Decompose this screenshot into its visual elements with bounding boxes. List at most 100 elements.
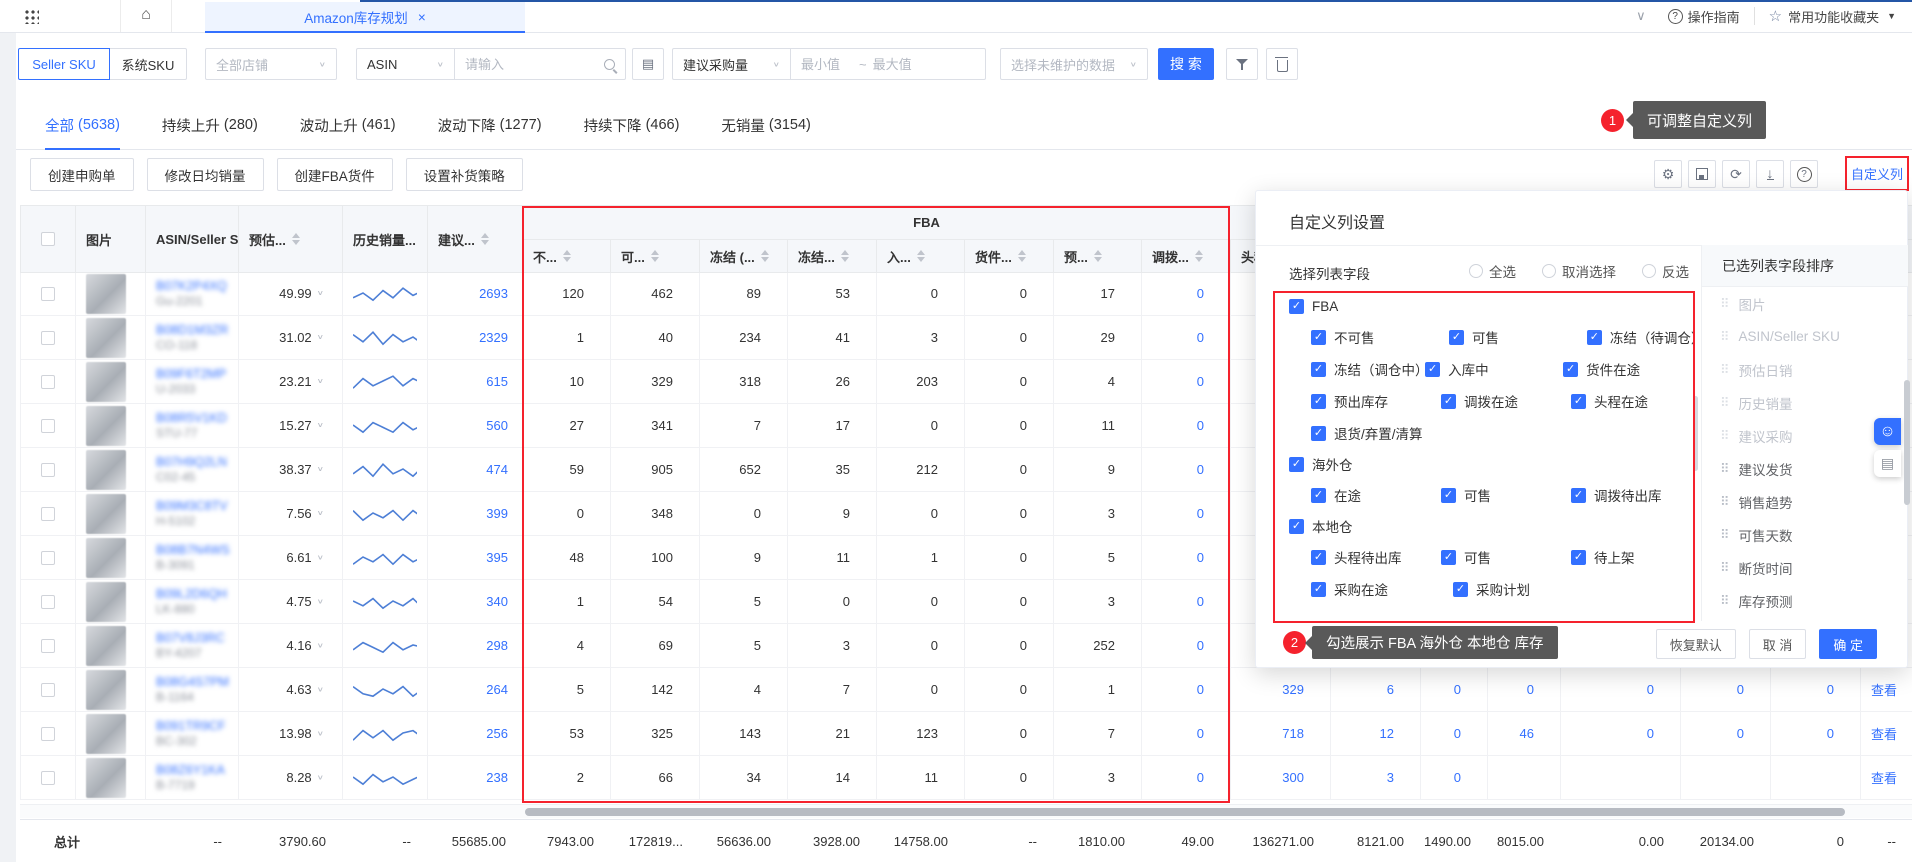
chevron-down-icon[interactable]: ∨ <box>317 774 324 782</box>
system-sku-toggle[interactable]: 系统SKU <box>109 48 187 80</box>
suggested-purchase-cell[interactable]: 238 <box>428 756 523 800</box>
suggested-purchase-cell[interactable]: 256 <box>428 712 523 756</box>
suggested-purchase-cell[interactable]: 560 <box>428 404 523 448</box>
drag-handle-icon[interactable]: ⠿ <box>1720 527 1729 543</box>
customer-service-widget[interactable]: ☺ <box>1874 418 1901 445</box>
asin-cell[interactable]: B08R5V1KDSTU-77 <box>146 404 239 448</box>
sort-arrows-icon[interactable] <box>1094 250 1102 262</box>
field-checkbox-item[interactable]: ✓可售 <box>1441 485 1571 505</box>
sort-arrows-icon[interactable] <box>481 233 489 245</box>
asin-cell[interactable]: B09L2D6QHLK-880 <box>146 580 239 624</box>
inventory-forecast-cell[interactable]: 查看 <box>1861 712 1912 756</box>
field-checkbox-item[interactable]: ✓在途 <box>1311 485 1441 505</box>
sort-arrows-icon[interactable] <box>1195 250 1203 262</box>
fba-value-cell[interactable]: 0 <box>1142 712 1231 756</box>
suggested-purchase-cell[interactable]: 399 <box>428 492 523 536</box>
suggested-purchase-cell[interactable]: 395 <box>428 536 523 580</box>
inventory-forecast-cell[interactable]: 查看 <box>1861 756 1912 800</box>
row-checkbox[interactable] <box>41 771 55 785</box>
asin-link[interactable]: B07V8J3RC <box>156 631 225 646</box>
field-checkbox-item[interactable]: ✓冻结（调仓中） <box>1311 359 1425 379</box>
fba-value-cell[interactable]: 0 <box>1142 316 1231 360</box>
chevron-down-icon[interactable]: ∨ <box>317 598 324 606</box>
seller-sku-toggle[interactable]: Seller SKU <box>18 48 110 80</box>
sort-arrows-icon[interactable] <box>761 250 769 262</box>
extra-value-cell[interactable]: 0 <box>1561 712 1681 756</box>
radio-0[interactable]: 全选 <box>1469 261 1516 281</box>
chevron-down-icon[interactable]: ∨ <box>317 686 324 694</box>
field-checkbox-item[interactable]: ✓不可售 <box>1311 327 1449 347</box>
filter-tab-2[interactable]: 波动上升(461) <box>300 100 396 150</box>
fba-value-cell[interactable]: 0 <box>1142 492 1231 536</box>
download-button[interactable]: ↓ <box>1756 160 1784 188</box>
row-checkbox[interactable] <box>41 595 55 609</box>
fba-column-header-2[interactable]: 冻结 (... <box>700 240 788 273</box>
feedback-widget[interactable]: ▤ <box>1874 450 1901 477</box>
sort-arrows-icon[interactable] <box>1018 250 1026 262</box>
checkbox-checked-icon[interactable]: ✓ <box>1289 457 1304 472</box>
extra-value-cell[interactable]: 0 <box>1771 668 1861 712</box>
fba-column-header-1[interactable]: 可... <box>611 240 700 273</box>
sort-arrows-icon[interactable] <box>292 233 300 245</box>
reset-default-button[interactable]: 恢复默认 <box>1656 629 1736 659</box>
extra-value-cell[interactable]: 0 <box>1421 756 1488 800</box>
filter-button[interactable] <box>1226 48 1258 80</box>
fba-column-header-6[interactable]: 预... <box>1054 240 1142 273</box>
extra-value-cell[interactable]: 0 <box>1421 668 1488 712</box>
asin-cell[interactable]: B08Z6Y1KAB-7719 <box>146 756 239 800</box>
search-type-select[interactable]: ASIN∨ <box>356 48 454 80</box>
extra-value-cell[interactable] <box>1561 756 1681 800</box>
search-icon[interactable] <box>604 59 615 70</box>
action-button-3[interactable]: 设置补货策略 <box>406 158 523 191</box>
chevron-down-icon[interactable]: ∨ <box>1636 8 1646 24</box>
sort-item-6[interactable]: ⠿销售趋势 <box>1702 485 1908 518</box>
asin-link[interactable]: B08D1M3ZR <box>156 323 228 338</box>
fba-value-cell[interactable]: 0 <box>1142 360 1231 404</box>
row-checkbox[interactable] <box>41 727 55 741</box>
extra-value-cell[interactable] <box>1488 756 1561 800</box>
chevron-down-icon[interactable]: ∨ <box>317 290 324 298</box>
panel-scrollbar-thumb[interactable] <box>1693 396 1698 471</box>
product-image[interactable] <box>86 714 126 754</box>
row-checkbox[interactable] <box>41 551 55 565</box>
asin-cell[interactable]: B09F6T2MPU-2033 <box>146 360 239 404</box>
extra-value-cell[interactable] <box>1771 756 1861 800</box>
chevron-down-icon[interactable]: ∨ <box>317 334 324 342</box>
product-image[interactable] <box>86 582 126 622</box>
field-checkbox-item[interactable]: ✓预出库存 <box>1311 391 1441 411</box>
sort-item-8[interactable]: ⠿断货时间 <box>1702 551 1908 584</box>
action-button-1[interactable]: 修改日均销量 <box>147 158 264 191</box>
field-checkbox-item[interactable]: ✓冻结（待调仓） <box>1587 327 1701 347</box>
field-checkbox-item[interactable]: ✓调拨待出库 <box>1571 485 1701 505</box>
chevron-down-icon[interactable]: ∨ <box>317 422 324 430</box>
asin-link[interactable]: B09M3C8TV <box>156 499 228 514</box>
apps-grid-icon[interactable] <box>24 9 39 24</box>
suggested-purchase-cell[interactable]: 2329 <box>428 316 523 360</box>
field-checkbox-item[interactable]: ✓可售 <box>1441 547 1571 567</box>
fba-value-cell[interactable]: 0 <box>1142 580 1231 624</box>
product-image[interactable] <box>86 406 126 446</box>
sort-item-7[interactable]: ⠿可售天数 <box>1702 518 1908 551</box>
row-checkbox[interactable] <box>41 463 55 477</box>
drag-handle-icon[interactable]: ⠿ <box>1720 461 1729 477</box>
extra-value-cell[interactable]: 6 <box>1331 668 1421 712</box>
max-value-input[interactable] <box>873 57 925 72</box>
asin-link[interactable]: B09F6T2MP <box>156 367 226 382</box>
extra-value-cell[interactable]: 0 <box>1681 668 1771 712</box>
asin-cell[interactable]: B08D1M3ZRCO-118 <box>146 316 239 360</box>
extra-value-cell[interactable]: 718 <box>1231 712 1331 756</box>
store-select[interactable]: 全部店铺∨ <box>205 48 337 80</box>
asin-link[interactable]: B07H9Q2LN <box>156 455 227 470</box>
asin-link[interactable]: B091TR9CF <box>156 719 225 734</box>
chevron-down-icon[interactable]: ∨ <box>317 554 324 562</box>
suggested-purchase-cell[interactable]: 264 <box>428 668 523 712</box>
product-image[interactable] <box>86 626 126 666</box>
fba-value-cell[interactable]: 0 <box>1142 624 1231 668</box>
radio-2[interactable]: 反选 <box>1642 261 1689 281</box>
unmaintained-data-select[interactable]: 选择未维护的数据∨ <box>1000 48 1148 80</box>
favorites-link[interactable]: 常用功能收藏夹 <box>1788 7 1879 26</box>
extra-value-cell[interactable]: 0 <box>1488 668 1561 712</box>
action-button-0[interactable]: 创建申购单 <box>30 158 134 191</box>
fba-value-cell[interactable]: 0 <box>1142 756 1231 800</box>
tab-close-icon[interactable]: × <box>418 10 426 25</box>
